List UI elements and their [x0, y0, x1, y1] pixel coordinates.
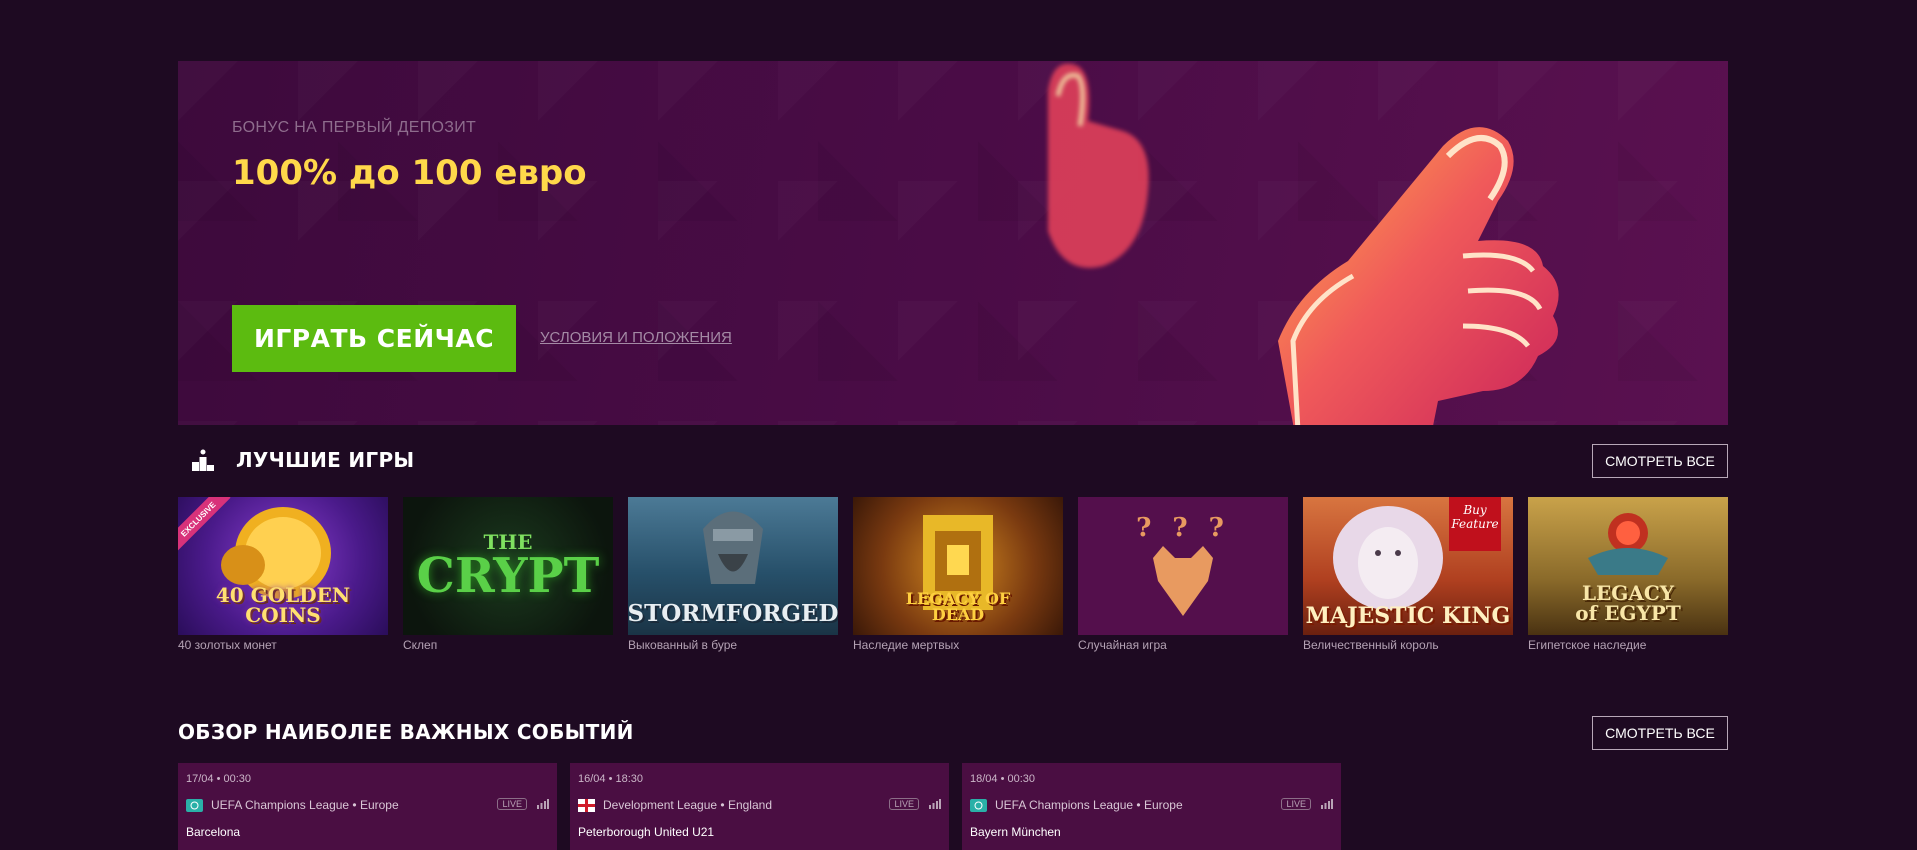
game-title[interactable]: Склеп: [403, 638, 613, 652]
stats-icon[interactable]: [929, 799, 941, 809]
stats-icon[interactable]: [537, 799, 549, 809]
game-card[interactable]: Buy Feature MAJESTIC KING Величественный…: [1303, 497, 1513, 657]
scarab-icon: [1588, 513, 1668, 575]
event-date: 18/04 • 00:30: [970, 773, 1036, 785]
europe-flag-icon: [970, 798, 987, 812]
lion-icon: [1333, 506, 1443, 610]
game-thumbnail[interactable]: ? ? ?: [1078, 497, 1288, 635]
top-games-header: ЛУЧШИЕ ИГРЫ СМОТРЕТЬ ВСЕ: [178, 440, 1728, 480]
game-title[interactable]: 40 золотых монет: [178, 638, 388, 652]
game-logo-text: MAJESTIC KING: [1305, 603, 1511, 629]
event-team: Bayern München: [970, 825, 1061, 839]
game-title[interactable]: Египетское наследие: [1528, 638, 1728, 652]
game-card[interactable]: STORMFORGED Выкованный в буре: [628, 497, 838, 657]
game-title[interactable]: Наследие мертвых: [853, 638, 1063, 652]
buy-feature-badge: Buy Feature: [1449, 497, 1501, 551]
viking-icon: [703, 511, 763, 584]
event-league-label: Development League • England: [603, 798, 772, 812]
event-date: 17/04 • 00:30: [186, 773, 252, 785]
question-marks: ? ? ?: [1136, 513, 1230, 543]
play-now-button[interactable]: ИГРАТЬ СЕЙЧАС: [232, 305, 516, 372]
game-thumbnail[interactable]: STORMFORGED: [628, 497, 838, 635]
games-row: 40 GOLDEN COINS EXCLUSIVE 40 золотых мон…: [178, 497, 1728, 657]
event-league-label: UEFA Champions League • Europe: [211, 798, 399, 812]
game-card[interactable]: 40 GOLDEN COINS EXCLUSIVE 40 золотых мон…: [178, 497, 388, 657]
game-logo-text: CRYPT: [416, 548, 600, 604]
game-thumbnail[interactable]: THE CRYPT: [403, 497, 613, 635]
event-card[interactable]: 16/04 • 18:30 Development League • Engla…: [570, 763, 949, 850]
event-team: Peterborough United U21: [578, 825, 715, 839]
stats-icon[interactable]: [1321, 799, 1333, 809]
event-card[interactable]: 18/04 • 00:30 UEFA Champions League • Eu…: [962, 763, 1341, 850]
live-badge: LIVE: [1281, 798, 1311, 810]
game-title[interactable]: Случайная игра: [1078, 638, 1288, 652]
bonus-title: 100% до 100 евро: [232, 153, 587, 193]
bonus-subtitle: БОНУС НА ПЕРВЫЙ ДЕПОЗИТ: [232, 119, 477, 136]
event-league: Development League • England: [578, 798, 941, 812]
event-date: 16/04 • 18:30: [578, 773, 644, 785]
event-league: UEFA Champions League • Europe: [186, 798, 549, 812]
game-logo-text: LEGACY of EGYPT: [1575, 581, 1681, 625]
game-title[interactable]: Выкованный в буре: [628, 638, 838, 652]
game-card[interactable]: LEGACY OF DEAD Наследие мертвых: [853, 497, 1063, 657]
game-thumbnail[interactable]: Buy Feature MAJESTIC KING: [1303, 497, 1513, 635]
game-thumbnail[interactable]: 40 GOLDEN COINS EXCLUSIVE: [178, 497, 388, 635]
england-flag-icon: [578, 798, 595, 812]
game-thumbnail[interactable]: LEGACY OF DEAD: [853, 497, 1063, 635]
foam-finger-small-image: [1048, 63, 1149, 268]
game-title[interactable]: Величественный король: [1303, 638, 1513, 652]
events-header: ОБЗОР НАИБОЛЕЕ ВАЖНЫХ СОБЫТИЙ СМОТРЕТЬ В…: [178, 712, 1728, 752]
game-card[interactable]: THE CRYPT Склеп: [403, 497, 613, 657]
europe-flag-icon: [186, 798, 203, 812]
event-league-label: UEFA Champions League • Europe: [995, 798, 1183, 812]
podium-icon: [192, 449, 214, 471]
game-logo-text: LEGACY OF DEAD: [905, 589, 1011, 624]
live-badge: LIVE: [889, 798, 919, 810]
promo-banner: БОНУС НА ПЕРВЫЙ ДЕПОЗИТ 100% до 100 евро…: [178, 61, 1728, 425]
game-card[interactable]: LEGACY of EGYPT Египетское наследие: [1528, 497, 1728, 657]
event-team: Barcelona: [186, 825, 241, 839]
see-all-events-button[interactable]: СМОТРЕТЬ ВСЕ: [1592, 716, 1728, 750]
events-title: ОБЗОР НАИБОЛЕЕ ВАЖНЫХ СОБЫТИЙ: [178, 720, 634, 744]
see-all-games-button[interactable]: СМОТРЕТЬ ВСЕ: [1592, 444, 1728, 478]
game-thumbnail[interactable]: LEGACY of EGYPT: [1528, 497, 1728, 635]
event-card[interactable]: 17/04 • 00:30 UEFA Champions League • Eu…: [178, 763, 557, 850]
foam-finger-image: [1278, 127, 1559, 425]
terms-link[interactable]: УСЛОВИЯ И ПОЛОЖЕНИЯ: [540, 329, 732, 346]
live-badge: LIVE: [497, 798, 527, 810]
game-logo-text: 40 GOLDEN COINS: [215, 583, 351, 627]
game-logo-text: STORMFORGED: [628, 600, 838, 627]
event-league: UEFA Champions League • Europe: [970, 798, 1333, 812]
top-games-title: ЛУЧШИЕ ИГРЫ: [236, 448, 415, 472]
game-card[interactable]: ? ? ? Случайная игра: [1078, 497, 1288, 657]
events-row: 17/04 • 00:30 UEFA Champions League • Eu…: [178, 763, 1728, 850]
